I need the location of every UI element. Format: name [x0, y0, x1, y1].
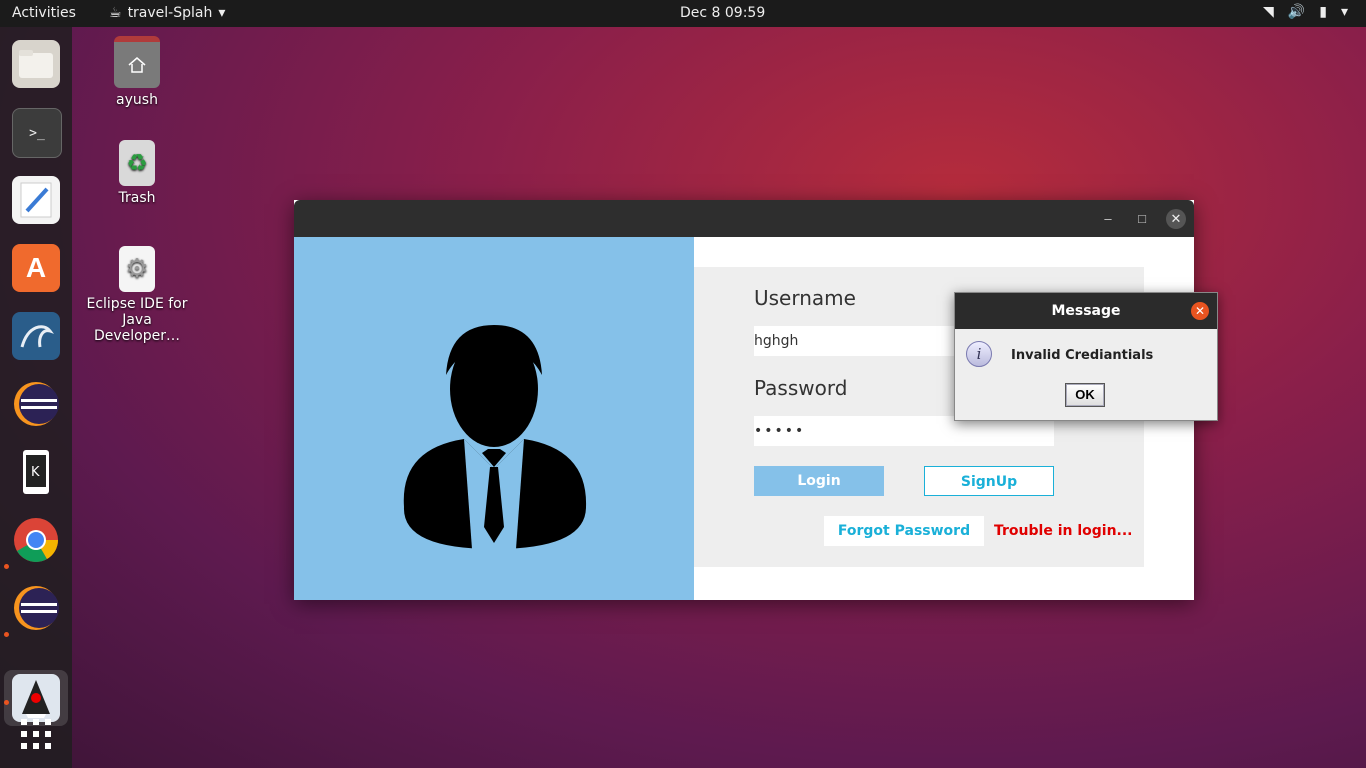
desktop-icon-label: Eclipse IDE for Java Developer…	[86, 296, 188, 344]
kde-connect-icon[interactable]: K	[12, 448, 60, 496]
login-button[interactable]: Login	[754, 466, 884, 496]
info-icon: i	[966, 341, 992, 367]
desktop-icon-home[interactable]: ayush	[82, 36, 192, 108]
running-indicator	[4, 632, 9, 637]
desktop-icon-trash[interactable]: ♻ Trash	[82, 140, 192, 206]
system-tray[interactable]: ◥ 🔊 ▮ ▾	[1263, 4, 1348, 20]
mysql-workbench-icon[interactable]	[12, 312, 60, 360]
java-app-icon: ☕	[109, 5, 122, 21]
app-name: travel-Splah	[127, 5, 213, 21]
trash-icon: ♻	[119, 140, 155, 186]
maximize-icon[interactable]: □	[1132, 209, 1152, 229]
desktop-icon-label: Trash	[118, 190, 156, 206]
volume-icon: 🔊	[1287, 4, 1306, 20]
dialog-titlebar[interactable]: Message ✕	[955, 293, 1217, 329]
message-dialog: Message ✕ i Invalid Crediantials OK	[954, 292, 1218, 421]
clock[interactable]: Dec 8 09:59	[680, 5, 765, 21]
chrome-icon[interactable]	[12, 516, 60, 564]
chevron-down-icon: ▾	[218, 5, 226, 21]
chevron-down-icon: ▾	[1340, 4, 1348, 20]
username-label: Username	[754, 286, 856, 310]
gear-icon: ⚙	[119, 246, 155, 292]
user-avatar-icon	[403, 325, 587, 549]
trouble-login-link[interactable]: Trouble in login...	[994, 516, 1133, 546]
minimize-icon[interactable]: –	[1098, 209, 1118, 229]
password-label: Password	[754, 376, 848, 400]
close-icon[interactable]: ✕	[1166, 209, 1186, 229]
dialog-message: Invalid Crediantials	[1011, 348, 1154, 363]
eclipse-icon[interactable]	[12, 380, 60, 428]
running-indicator	[4, 564, 9, 569]
home-folder-icon	[114, 36, 160, 88]
terminal-icon[interactable]: >_	[12, 108, 62, 158]
dialog-title: Message	[1051, 303, 1121, 319]
desktop-icon-eclipse[interactable]: ⚙ Eclipse IDE for Java Developer…	[82, 246, 192, 344]
desktop-icon-label: ayush	[116, 92, 158, 108]
avatar-pane	[294, 237, 694, 600]
running-indicator	[4, 700, 9, 705]
text-editor-icon[interactable]	[12, 176, 60, 224]
eclipse-icon[interactable]	[12, 584, 60, 632]
activities-button[interactable]: Activities	[12, 5, 76, 21]
wifi-icon: ◥	[1263, 4, 1274, 20]
forgot-password-button[interactable]: Forgot Password	[824, 516, 984, 546]
ok-button[interactable]: OK	[1065, 383, 1105, 407]
window-titlebar[interactable]: – □ ✕	[294, 200, 1194, 237]
software-store-icon[interactable]: A	[12, 244, 60, 292]
battery-icon: ▮	[1319, 4, 1327, 20]
dock: >_ A K	[0, 27, 72, 768]
svg-text:K: K	[31, 465, 40, 480]
show-apps-icon[interactable]	[12, 710, 60, 758]
app-menu[interactable]: ☕ travel-Splah ▾	[109, 5, 225, 21]
top-bar: Activities ☕ travel-Splah ▾ Dec 8 09:59 …	[0, 0, 1366, 27]
close-icon[interactable]: ✕	[1191, 302, 1209, 320]
signup-button[interactable]: SignUp	[924, 466, 1054, 496]
files-icon[interactable]	[12, 40, 60, 88]
